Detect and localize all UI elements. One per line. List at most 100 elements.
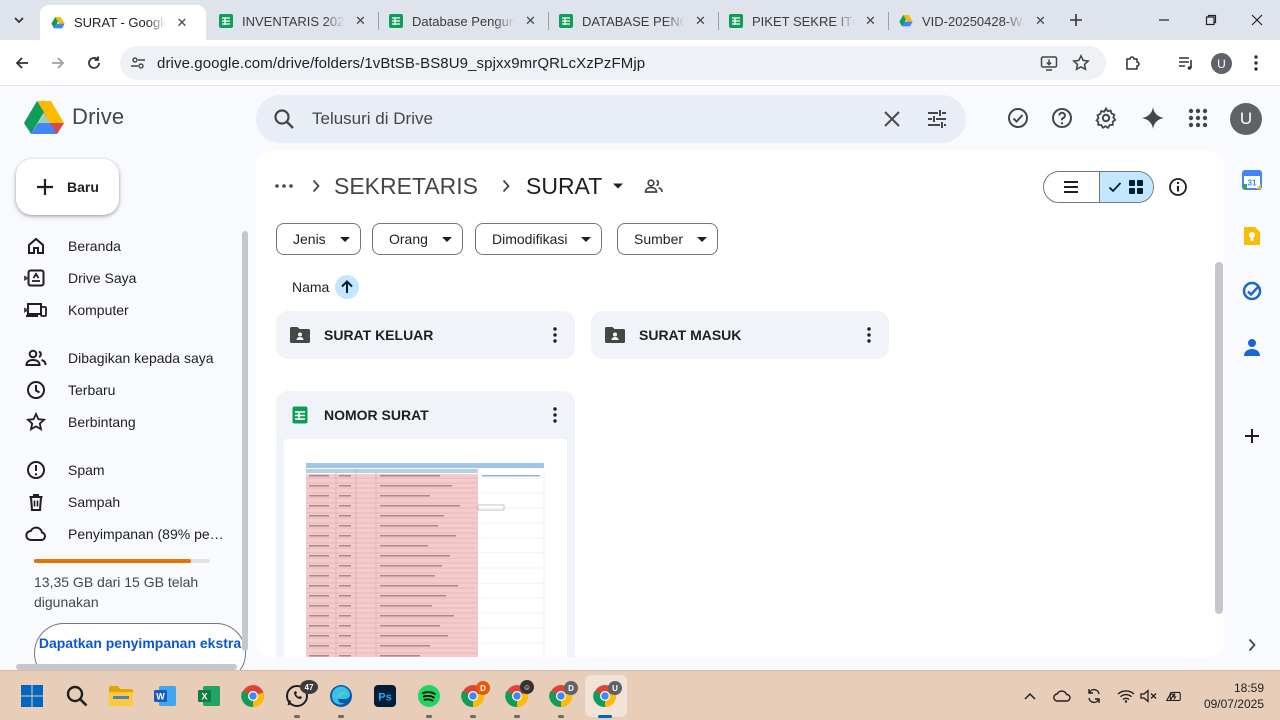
filter-chip-sumber[interactable]: Sumber: [617, 223, 719, 255]
tab-database-pengurus[interactable]: Database Pengurus - Google Sheets ✕: [378, 6, 548, 36]
sidebar-item-penyimpanan[interactable]: Penyimpanan (89% penuh): [24, 518, 234, 550]
windows-start-icon[interactable]: [18, 682, 46, 710]
gemini-sparkle-icon[interactable]: [1141, 106, 1165, 130]
more-actions-kebab-icon[interactable]: [543, 403, 567, 427]
close-tab-icon[interactable]: ✕: [693, 13, 708, 29]
new-tab-plus-icon[interactable]: [1064, 8, 1088, 32]
tab-database-pengurus-2[interactable]: DATABASE PENGURUS - Google Sheets ✕: [548, 6, 718, 36]
address-bar[interactable]: drive.google.com/drive/folders/1vBtSB-BS…: [120, 46, 1106, 80]
tab-video[interactable]: VID-20250428-WA0001.mp4 ✕: [888, 6, 1058, 36]
sidebar-item-sampah[interactable]: Sampah: [24, 486, 120, 518]
install-app-icon[interactable]: [1039, 53, 1059, 73]
google-calendar-icon[interactable]: 31: [1240, 168, 1264, 192]
google-contacts-icon[interactable]: [1240, 335, 1264, 359]
sidebar-item-dibagikan[interactable]: Dibagikan kepada saya: [24, 342, 214, 374]
media-queue-icon[interactable]: [1174, 51, 1198, 75]
back-arrow-icon[interactable]: [10, 51, 34, 75]
expand-caret-icon[interactable]: ▶: [24, 306, 29, 314]
new-button[interactable]: Baru: [16, 159, 119, 215]
onedrive-cloud-icon[interactable]: [1053, 687, 1071, 705]
bookmark-star-icon[interactable]: [1071, 53, 1091, 73]
main-vertical-scrollbar[interactable]: [1215, 262, 1223, 614]
close-tab-icon[interactable]: ✕: [863, 13, 878, 29]
search-input[interactable]: Telusuri di Drive: [312, 109, 433, 129]
clock-icon: [24, 378, 48, 402]
sidebar-item-drive-saya[interactable]: ▶ Drive Saya: [24, 262, 136, 294]
browser-menu-kebab-icon[interactable]: [1244, 51, 1268, 75]
microsoft-excel-icon[interactable]: X: [195, 682, 223, 710]
filter-chip-jenis[interactable]: Jenis: [276, 223, 361, 255]
speaker-muted-icon[interactable]: [1140, 687, 1158, 705]
filter-chip-label: Orang: [389, 231, 428, 247]
more-actions-kebab-icon[interactable]: [543, 323, 567, 347]
folder-menu-caret-icon[interactable]: [612, 182, 624, 190]
forward-arrow-icon[interactable]: [46, 51, 70, 75]
google-keep-icon[interactable]: [1240, 224, 1264, 248]
help-icon[interactable]: [1050, 106, 1074, 130]
tab-search-chevron-icon[interactable]: [6, 8, 32, 32]
clock-time: 18:59: [1233, 681, 1264, 695]
extensions-puzzle-icon[interactable]: [1121, 51, 1145, 75]
system-clock[interactable]: 18:59 09/07/2025: [1198, 680, 1264, 712]
details-info-icon[interactable]: [1166, 175, 1190, 199]
taskbar-search-icon[interactable]: [63, 682, 91, 710]
tab-piket-sekre[interactable]: PIKET SEKRE ITC 2025 - Google Sheets ✕: [718, 6, 888, 36]
close-tab-icon[interactable]: ✕: [174, 15, 190, 31]
account-avatar[interactable]: U: [1230, 103, 1262, 135]
sort-by-name[interactable]: Nama: [292, 273, 360, 301]
close-tab-icon[interactable]: ✕: [523, 13, 538, 29]
spotify-icon[interactable]: [415, 682, 443, 710]
file-card-nomor-surat[interactable]: NOMOR SURAT: [276, 391, 575, 657]
close-tab-icon[interactable]: ✕: [353, 13, 368, 29]
sidebar-item-terbaru[interactable]: Terbaru: [24, 374, 115, 406]
sidebar-item-spam[interactable]: Spam: [24, 454, 105, 486]
filter-chip-dimodifikasi[interactable]: Dimodifikasi: [475, 223, 603, 255]
sync-icon[interactable]: [1085, 687, 1103, 705]
battery-charging-icon[interactable]: [1164, 687, 1182, 705]
microsoft-edge-icon[interactable]: [327, 682, 355, 710]
minimize-icon[interactable]: [1154, 10, 1174, 30]
google-tasks-icon[interactable]: [1240, 279, 1264, 303]
microsoft-word-icon[interactable]: W: [151, 682, 179, 710]
wifi-icon[interactable]: [1117, 687, 1135, 705]
filter-chip-orang[interactable]: Orang: [372, 223, 463, 255]
search-icon[interactable]: [272, 107, 296, 136]
show-side-panel-chevron-icon[interactable]: [1240, 633, 1264, 657]
grid-view-button[interactable]: [1098, 172, 1153, 202]
more-actions-kebab-icon[interactable]: [857, 323, 881, 347]
drive-search-bar[interactable]: Telusuri di Drive: [256, 95, 966, 143]
google-drive-icon: [899, 15, 913, 27]
tab-inventaris[interactable]: INVENTARIS 2025 - Google Sheets ✕: [208, 6, 378, 36]
sidebar-item-komputer[interactable]: ▶ Komputer: [24, 294, 129, 326]
drive-logo[interactable]: Drive: [24, 100, 124, 134]
sidebar-item-beranda[interactable]: Beranda: [24, 230, 121, 262]
breadcrumb-parent-folder[interactable]: SEKRETARIS: [334, 173, 478, 200]
search-options-tune-icon[interactable]: [925, 107, 949, 136]
expand-caret-icon[interactable]: ▶: [24, 274, 29, 282]
breadcrumb-overflow-icon[interactable]: [272, 174, 296, 198]
close-window-icon[interactable]: [1247, 10, 1267, 30]
settings-gear-icon[interactable]: [1094, 106, 1118, 130]
sidebar-vertical-scrollbar[interactable]: [242, 231, 248, 651]
folder-card-surat-keluar[interactable]: SURAT KELUAR: [276, 311, 575, 359]
google-apps-grid-icon[interactable]: [1186, 106, 1210, 130]
folder-card-surat-masuk[interactable]: SURAT MASUK: [591, 311, 889, 359]
list-view-icon[interactable]: [1044, 172, 1099, 202]
tab-surat-drive[interactable]: SURAT - Google Drive ✕: [40, 5, 206, 40]
restore-window-icon[interactable]: [1201, 10, 1221, 30]
site-info-tune-icon[interactable]: [128, 53, 148, 73]
clear-search-icon[interactable]: [880, 107, 904, 136]
file-explorer-icon[interactable]: [107, 682, 135, 710]
adobe-photoshop-icon[interactable]: Ps: [371, 682, 399, 710]
sidebar-item-berbintang[interactable]: Berbintang: [24, 406, 136, 438]
breadcrumb-current-folder[interactable]: SURAT: [526, 173, 602, 200]
add-addon-plus-icon[interactable]: [1240, 424, 1264, 448]
ready-for-offline-check-icon[interactable]: [1006, 106, 1030, 130]
reload-icon[interactable]: [82, 51, 106, 75]
close-tab-icon[interactable]: ✕: [1033, 13, 1048, 29]
shared-folder-people-icon[interactable]: [644, 178, 664, 194]
browser-profile-avatar[interactable]: U: [1211, 53, 1232, 74]
chrome-icon[interactable]: [239, 682, 267, 710]
show-hidden-icons-chevron-icon[interactable]: [1021, 687, 1039, 705]
sort-ascending-arrow-icon[interactable]: [335, 275, 360, 299]
